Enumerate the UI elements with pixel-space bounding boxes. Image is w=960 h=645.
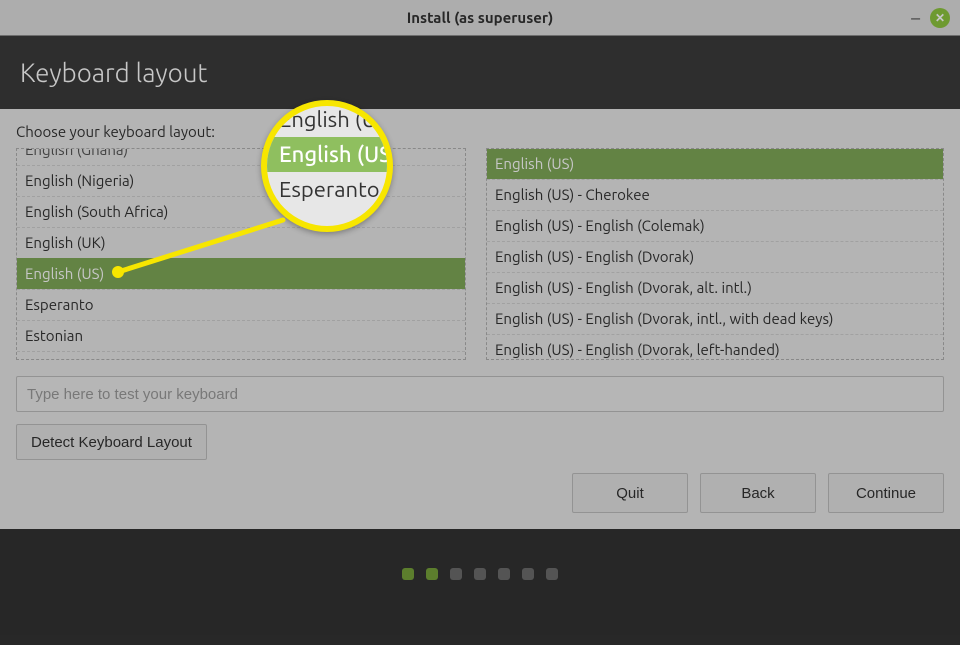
chooser-label: Choose your keyboard layout: <box>16 123 944 140</box>
step-dot <box>474 568 486 580</box>
list-item[interactable]: English (US) - English (Colemak) <box>487 210 943 241</box>
content-area: Choose your keyboard layout: English (Gh… <box>0 109 960 529</box>
wizard-nav-buttons: Quit Back Continue <box>572 473 944 513</box>
list-item-selected[interactable]: English (US) <box>487 149 943 179</box>
window-title: Install (as superuser) <box>407 9 554 26</box>
magnifier-line: Esperanto <box>267 172 387 207</box>
magnifier-line-selected: English (US) <box>267 137 387 172</box>
list-item-selected[interactable]: English (US) <box>17 258 465 289</box>
list-item[interactable]: Faroese <box>17 351 465 360</box>
back-button[interactable]: Back <box>700 473 816 513</box>
step-dot <box>450 568 462 580</box>
list-item[interactable]: English (US) - English (Dvorak, left-han… <box>487 334 943 360</box>
list-item[interactable]: English (Nigeria) <box>17 165 465 196</box>
step-dot <box>498 568 510 580</box>
list-item[interactable]: English (US) - English (Dvorak) <box>487 241 943 272</box>
page-title: Keyboard layout <box>20 58 940 87</box>
magnifier-callout: English (UK) English (US) Esperanto <box>261 100 393 232</box>
continue-button[interactable]: Continue <box>828 473 944 513</box>
progress-footer <box>0 529 960 619</box>
step-dot <box>546 568 558 580</box>
list-item[interactable]: English (US) - English (Dvorak, alt. int… <box>487 272 943 303</box>
list-item[interactable]: English (Ghana) <box>17 148 465 165</box>
detect-keyboard-button[interactable]: Detect Keyboard Layout <box>16 424 207 460</box>
list-item[interactable]: English (US) - English (Dvorak, intl., w… <box>487 303 943 334</box>
layout-language-list[interactable]: English (Ghana) English (Nigeria) Englis… <box>16 148 466 360</box>
keyboard-test-input[interactable] <box>16 376 944 412</box>
keyboard-lists-row: English (Ghana) English (Nigeria) Englis… <box>16 148 944 360</box>
quit-button[interactable]: Quit <box>572 473 688 513</box>
list-item[interactable]: Estonian <box>17 320 465 351</box>
list-item[interactable]: English (US) - Cherokee <box>487 179 943 210</box>
minimize-icon[interactable]: – <box>911 9 920 27</box>
list-item[interactable]: English (UK) <box>17 227 465 258</box>
close-icon[interactable]: ✕ <box>930 8 950 28</box>
step-dot <box>426 568 438 580</box>
list-item[interactable]: Esperanto <box>17 289 465 320</box>
window-titlebar: Install (as superuser) – ✕ <box>0 0 960 36</box>
list-item[interactable]: English (South Africa) <box>17 196 465 227</box>
step-dot <box>522 568 534 580</box>
layout-variant-list[interactable]: English (US) English (US) - Cherokee Eng… <box>486 148 944 360</box>
page-header: Keyboard layout <box>0 36 960 109</box>
window-controls: – ✕ <box>911 0 950 36</box>
step-dot <box>402 568 414 580</box>
